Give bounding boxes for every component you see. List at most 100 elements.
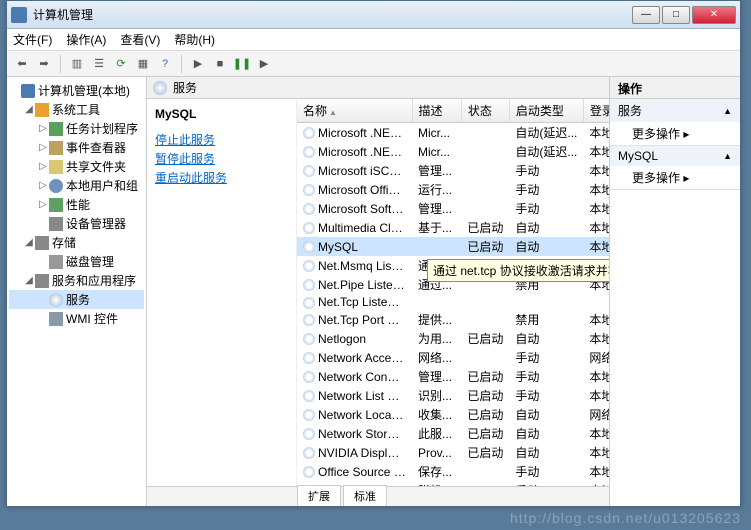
gear-icon (303, 466, 315, 478)
maximize-button[interactable]: □ (662, 6, 690, 24)
main-window: 计算机管理 — □ ✕ 文件(F) 操作(A) 查看(V) 帮助(H) ⬅ ➡ … (6, 0, 741, 507)
actions-mysql[interactable]: MySQL▲ (610, 146, 740, 166)
gear-icon (303, 203, 315, 215)
col-status[interactable]: 状态 (461, 99, 509, 123)
link-stop[interactable]: 停止此服务 (155, 131, 288, 148)
table-row[interactable]: Network Access ...网络...手动网络服务 (297, 348, 609, 367)
export-icon[interactable]: ▦ (134, 55, 152, 73)
table-row[interactable]: Net.Tcp Port Sh...提供...禁用本地服务 (297, 310, 609, 329)
gear-icon (153, 81, 167, 95)
table-row[interactable]: Multimedia Clas...基于...已启动自动本地系统 (297, 218, 609, 237)
link-pause[interactable]: 暂停此服务 (155, 150, 288, 167)
menu-file[interactable]: 文件(F) (13, 31, 52, 48)
restart-icon[interactable]: ▶ (255, 55, 273, 73)
titlebar[interactable]: 计算机管理 — □ ✕ (7, 1, 740, 29)
forward-icon[interactable]: ➡ (35, 55, 53, 73)
gear-icon (303, 485, 315, 486)
gear-icon (303, 165, 315, 177)
tree-services[interactable]: 服务 (9, 290, 144, 309)
stop-icon[interactable]: ■ (211, 55, 229, 73)
tree-users[interactable]: ▷本地用户和组 (9, 176, 144, 195)
tree-shared[interactable]: ▷共享文件夹 (9, 157, 144, 176)
table-row[interactable]: Microsoft Softw...管理...手动本地系统 (297, 199, 609, 218)
table-row[interactable]: NVIDIA Display ...Prov...已启动自动本地系统 (297, 443, 609, 462)
help-icon[interactable]: ? (156, 55, 174, 73)
actions-services[interactable]: 服务▲ (610, 99, 740, 122)
actions-more1[interactable]: 更多操作 ▸ (610, 122, 740, 145)
gear-icon (303, 409, 315, 421)
gear-icon (303, 260, 315, 272)
menu-help[interactable]: 帮助(H) (174, 31, 215, 48)
gear-icon (303, 241, 315, 253)
center-header: 服务 (147, 77, 609, 99)
table-row[interactable]: Network Connec...管理...已启动手动本地系统 (297, 367, 609, 386)
tooltip: 通过 net.tcp 协议接收激活请求并将其传递给 Windows 进程激活服务… (427, 259, 609, 282)
back-icon[interactable]: ⬅ (13, 55, 31, 73)
gear-icon (303, 428, 315, 440)
table-row[interactable]: Office Source En...保存...手动本地系统 (297, 462, 609, 481)
pause-icon[interactable]: ❚❚ (233, 55, 251, 73)
separator (60, 55, 61, 73)
gear-icon (303, 447, 315, 459)
tree-systools[interactable]: ◢系统工具 (9, 100, 144, 119)
gear-icon (303, 390, 315, 402)
gear-icon (303, 352, 315, 364)
col-name[interactable]: 名称▲ (297, 99, 412, 123)
gear-icon (303, 279, 315, 291)
link-restart[interactable]: 重启动此服务 (155, 169, 288, 186)
watermark: http://blog.csdn.net/u013205623 (510, 510, 741, 526)
app-icon (11, 7, 27, 23)
tree-devices[interactable]: 设备管理器 (9, 214, 144, 233)
actions-header: 操作 (610, 77, 740, 99)
window-title: 计算机管理 (33, 6, 630, 23)
gear-icon (303, 371, 315, 383)
table-row[interactable]: MySQL已启动自动本地系统 (297, 237, 609, 256)
table-row[interactable]: Microsoft .NET F...Micr...自动(延迟...本地系统 (297, 123, 609, 143)
separator (181, 55, 182, 73)
tab-standard[interactable]: 标准 (343, 485, 387, 506)
tree-eventviewer[interactable]: ▷事件查看器 (9, 138, 144, 157)
service-pane: MySQL 停止此服务 暂停此服务 重启动此服务 (147, 99, 297, 486)
table-row[interactable]: Net.Tcp Listener... (297, 294, 609, 310)
close-button[interactable]: ✕ (692, 6, 736, 24)
tab-extended[interactable]: 扩展 (297, 485, 341, 506)
tree-scheduler[interactable]: ▷任务计划程序 (9, 119, 144, 138)
gear-icon (303, 184, 315, 196)
toolbar: ⬅ ➡ ▥ ☰ ⟳ ▦ ? ▶ ■ ❚❚ ▶ (7, 51, 740, 77)
actions-more2[interactable]: 更多操作 ▸ (610, 166, 740, 189)
service-list[interactable]: 名称▲ 描述 状态 启动类型 登录为 Microsoft .NET F...Mi… (297, 99, 609, 486)
table-row[interactable]: Offline Files脱机...手动本地系统 (297, 481, 609, 486)
col-startup[interactable]: 启动类型 (509, 99, 583, 123)
col-logon[interactable]: 登录为 (583, 99, 609, 123)
table-row[interactable]: Netlogon为用...已启动自动本地系统 (297, 329, 609, 348)
tree-root[interactable]: 计算机管理(本地) (9, 81, 144, 100)
tree-disk[interactable]: 磁盘管理 (9, 252, 144, 271)
minimize-button[interactable]: — (632, 6, 660, 24)
selected-service: MySQL (155, 107, 288, 121)
gear-icon (303, 297, 315, 309)
table-row[interactable]: Network Store I...此服...已启动自动本地服务 (297, 424, 609, 443)
actions-panel: 操作 服务▲ 更多操作 ▸ MySQL▲ 更多操作 ▸ (610, 77, 740, 506)
table-row[interactable]: Microsoft iSCSI I...管理...手动本地系统 (297, 161, 609, 180)
table-row[interactable]: Network List Ser...识别...已启动手动本地服务 (297, 386, 609, 405)
tabs: 扩展 标准 (147, 486, 609, 506)
tree-svcapp[interactable]: ◢服务和应用程序 (9, 271, 144, 290)
col-desc[interactable]: 描述 (412, 99, 461, 123)
menu-action[interactable]: 操作(A) (66, 31, 106, 48)
table-row[interactable]: Microsoft .NET F...Micr...自动(延迟...本地系统 (297, 142, 609, 161)
tree-storage[interactable]: ◢存储 (9, 233, 144, 252)
menu-view[interactable]: 查看(V) (120, 31, 160, 48)
nav-tree: 计算机管理(本地) ◢系统工具 ▷任务计划程序 ▷事件查看器 ▷共享文件夹 ▷本… (7, 77, 147, 506)
refresh-icon[interactable]: ⟳ (112, 55, 130, 73)
tree-perf[interactable]: ▷性能 (9, 195, 144, 214)
play-icon[interactable]: ▶ (189, 55, 207, 73)
table-row[interactable]: Microsoft Office...运行...手动本地系统 (297, 180, 609, 199)
gear-icon (303, 314, 315, 326)
center-title: 服务 (173, 79, 197, 96)
properties-icon[interactable]: ☰ (90, 55, 108, 73)
gear-icon (303, 333, 315, 345)
menubar: 文件(F) 操作(A) 查看(V) 帮助(H) (7, 29, 740, 51)
show-hide-icon[interactable]: ▥ (68, 55, 86, 73)
table-row[interactable]: Network Locatio...收集...已启动自动网络服务 (297, 405, 609, 424)
tree-wmi[interactable]: WMI 控件 (9, 309, 144, 328)
